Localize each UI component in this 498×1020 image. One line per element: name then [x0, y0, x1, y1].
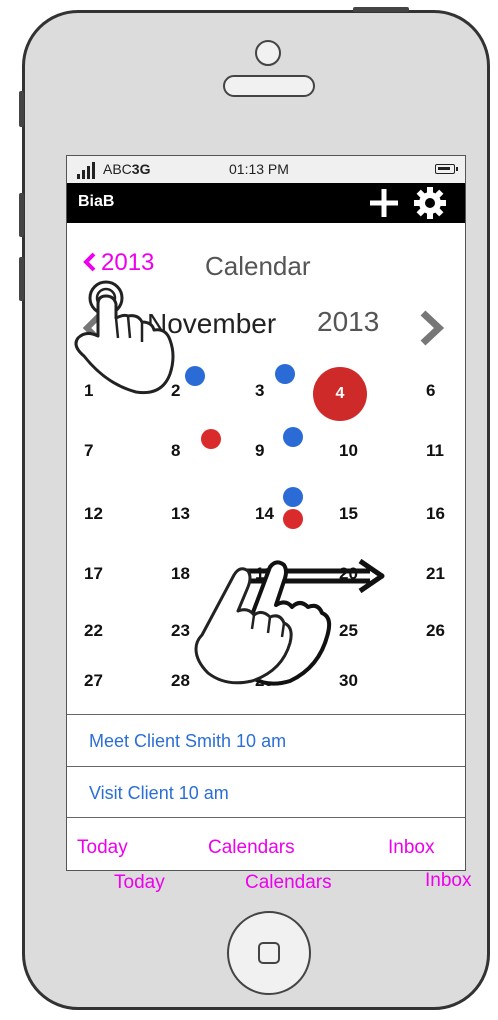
signal-bars-icon — [77, 162, 95, 179]
annotation-inbox: Inbox — [425, 870, 472, 891]
month-navigator: November 2013 — [67, 304, 465, 350]
back-link-label: 2013 — [101, 249, 155, 276]
home-square-icon — [258, 942, 280, 964]
day-cell[interactable]: 24 — [255, 621, 295, 641]
day-cell[interactable]: 23 — [171, 621, 211, 641]
event-item[interactable]: Visit Client 10 am — [67, 766, 465, 818]
event-list: Meet Client Smith 10 am Visit Client 10 … — [67, 714, 465, 818]
volume-down-button — [19, 257, 24, 301]
week-row: 27 28 29 30 — [67, 671, 465, 711]
week-row: 22 23 24 25 26 — [67, 621, 465, 661]
page-title: Calendar — [205, 251, 311, 281]
day-cell[interactable]: 11 — [426, 441, 465, 461]
carrier-label: ABC3G — [103, 161, 151, 177]
day-cell[interactable]: 12 — [84, 504, 124, 524]
event-item[interactable]: Meet Client Smith 10 am — [67, 714, 465, 766]
day-cell[interactable]: 29 — [255, 671, 295, 691]
day-cell[interactable]: 15 — [339, 504, 379, 524]
day-cell[interactable]: 21 — [426, 564, 465, 584]
week-row: 7 8 9 10 11 — [67, 441, 465, 481]
tab-today[interactable]: Today — [77, 837, 128, 859]
app-title: BiaB — [78, 193, 115, 210]
day-cell[interactable]: 7 — [84, 441, 124, 461]
day-cell[interactable]: 30 — [339, 671, 379, 691]
day-cell[interactable]: 10 — [339, 441, 379, 461]
battery-icon — [435, 164, 458, 174]
week-row: 12 13 14 15 16 — [67, 504, 465, 544]
event-dot-blue — [283, 427, 303, 447]
chevron-right-icon[interactable] — [417, 310, 445, 346]
day-cell[interactable]: 18 — [171, 564, 211, 584]
mute-switch — [19, 91, 24, 127]
day-cell[interactable]: 25 — [339, 621, 379, 641]
year-label: 2013 — [317, 306, 380, 337]
week-row: 1 2 3 4 6 — [67, 367, 465, 421]
event-dot-red — [201, 429, 221, 449]
day-cell[interactable]: 17 — [84, 564, 124, 584]
home-button[interactable] — [227, 911, 311, 995]
annotation-calendars: Calendars — [245, 872, 332, 893]
power-button — [353, 7, 409, 12]
tab-bar: Today Calendars Inbox — [67, 822, 465, 870]
day-cell[interactable]: 20 — [339, 564, 379, 584]
plus-icon[interactable] — [367, 186, 401, 220]
day-cell[interactable]: 6 — [426, 381, 465, 401]
day-cell[interactable]: 1 — [84, 381, 124, 401]
event-dot-blue — [275, 364, 295, 384]
front-camera — [255, 40, 281, 66]
day-cell[interactable]: 13 — [171, 504, 211, 524]
annotation-today: Today — [114, 872, 165, 893]
app-title-bar: BiaB — [67, 183, 465, 223]
status-bar: ABC3G 01:13 PM — [67, 156, 465, 184]
event-dot-blue — [283, 487, 303, 507]
earpiece-speaker — [223, 75, 315, 97]
network-type: 3G — [131, 161, 151, 177]
chevron-left-icon — [83, 252, 96, 272]
volume-up-button — [19, 193, 24, 237]
tab-calendars[interactable]: Calendars — [208, 837, 295, 859]
day-cell[interactable]: 22 — [84, 621, 124, 641]
day-cell[interactable]: 16 — [426, 504, 465, 524]
back-to-year-link[interactable]: 2013 — [83, 249, 154, 277]
month-label: November — [147, 308, 277, 339]
event-dot-blue — [185, 366, 205, 386]
week-row: 17 18 19 20 21 — [67, 564, 465, 604]
chevron-left-icon[interactable] — [81, 312, 105, 344]
day-cell[interactable]: 19 — [255, 564, 295, 584]
gear-icon[interactable] — [413, 186, 447, 220]
status-time: 01:13 PM — [229, 161, 289, 177]
event-dot-red — [283, 509, 303, 529]
app-screen: ABC3G 01:13 PM BiaB 2013 Calendar Novemb… — [66, 155, 466, 871]
day-cell[interactable]: 28 — [171, 671, 211, 691]
day-cell[interactable]: 27 — [84, 671, 124, 691]
tab-inbox[interactable]: Inbox — [388, 837, 434, 859]
selected-day-cell[interactable]: 4 — [313, 367, 367, 421]
day-cell[interactable]: 3 — [255, 381, 295, 401]
day-cell[interactable]: 26 — [426, 621, 465, 641]
